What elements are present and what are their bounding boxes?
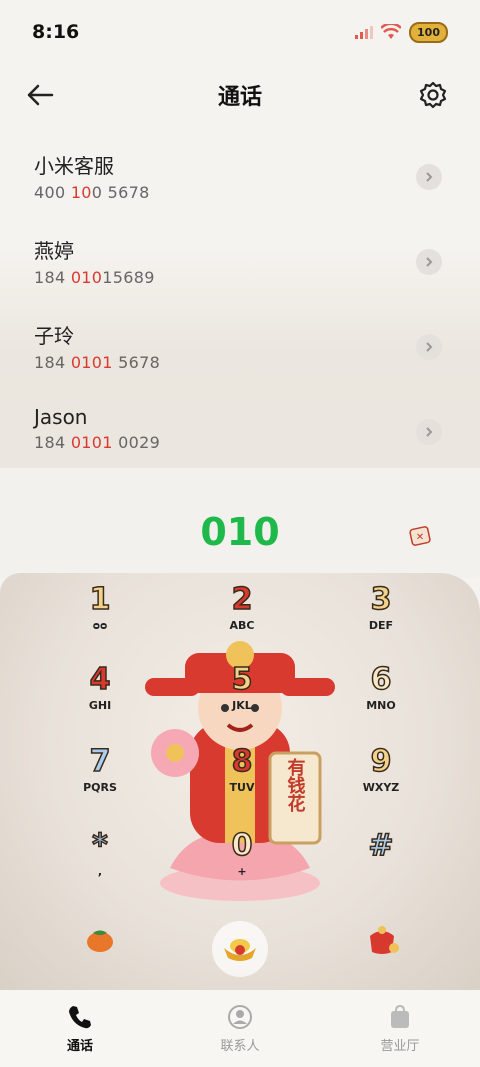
voicemail-icon: ᴑᴑ [92,619,108,632]
contact-detail-button[interactable] [416,249,442,275]
keypad: 有钱花 1 ᴑᴑ 2 ABC 3 DEF 4 GHI 5 JKL 6 MNO 7… [0,573,480,990]
tab-calls[interactable]: 通话 [20,1003,140,1054]
contact-name: 子玲 [34,324,74,348]
persimmon-menu-icon[interactable] [80,918,120,958]
key-4[interactable]: 4 GHI [45,662,155,733]
contact-detail-button[interactable] [416,334,442,360]
contact-number: 184 0101 0029 [34,433,161,452]
contact-row[interactable]: Jason 184 0101 0029 [0,377,480,462]
key-2[interactable]: 2 ABC [187,582,297,653]
contact-number: 184 0101 5678 [34,353,161,372]
signal-icon [355,26,374,39]
key-6[interactable]: 6 MNO [326,662,436,733]
status-time: 8:16 [32,21,80,43]
back-arrow-icon[interactable] [24,80,56,110]
contact-detail-button[interactable] [416,419,442,445]
phone-icon [69,1006,91,1029]
status-icons: 100 [355,21,448,43]
contact-number: 400 100 5678 [34,183,150,202]
key-3[interactable]: 3 DEF [326,582,436,653]
page-title: 通话 [217,85,262,110]
chevron-right-icon [426,172,433,182]
chevron-right-icon [426,427,433,437]
contact-row[interactable]: 燕婷 184 01015689 [0,207,480,292]
wifi-icon [381,24,402,39]
contact-row[interactable]: 小米客服 400 100 5678 [0,122,480,207]
key-hash[interactable]: # [326,828,436,899]
contact-number: 184 01015689 [34,268,155,287]
key-5[interactable]: 5 JKL [187,662,297,733]
gear-icon[interactable] [418,80,448,110]
contact-row[interactable]: 子玲 184 0101 5678 [0,292,480,377]
key-8[interactable]: 8 TUV [187,744,297,815]
bottom-nav: 通话 联系人 营业厅 [0,990,480,1067]
tab-contacts[interactable]: 联系人 [180,1003,300,1054]
shopping-bag-icon [391,1004,409,1028]
delete-sticker-icon[interactable]: ✕ [408,524,432,548]
contact-name: 燕婷 [34,239,74,263]
battery-indicator: 100 [409,21,448,43]
key-1[interactable]: 1 ᴑᴑ [45,582,155,653]
dial-display: 010 ✕ [0,468,480,578]
contact-name: Jason [34,405,88,429]
svg-text:✕: ✕ [416,532,424,543]
tab-service-hall[interactable]: 营业厅 [340,1003,460,1054]
header: 通话 [0,70,480,120]
status-bar: 8:16 100 [0,0,480,64]
call-button[interactable] [212,921,268,977]
person-icon [228,1005,252,1029]
key-0[interactable]: 0 + [187,828,297,899]
red-pouch-icon[interactable] [362,918,402,958]
key-7[interactable]: 7 PQRS [45,744,155,815]
contact-name: 小米客服 [34,154,114,178]
key-9[interactable]: 9 WXYZ [326,744,436,815]
contact-detail-button[interactable] [416,164,442,190]
gold-ingot-call-icon [224,939,256,961]
key-star[interactable]: * , [45,828,155,899]
chevron-right-icon [426,342,433,352]
contact-suggestion-list: 小米客服 400 100 5678 燕婷 184 01015689 子玲 184… [0,122,480,467]
chevron-right-icon [426,257,433,267]
